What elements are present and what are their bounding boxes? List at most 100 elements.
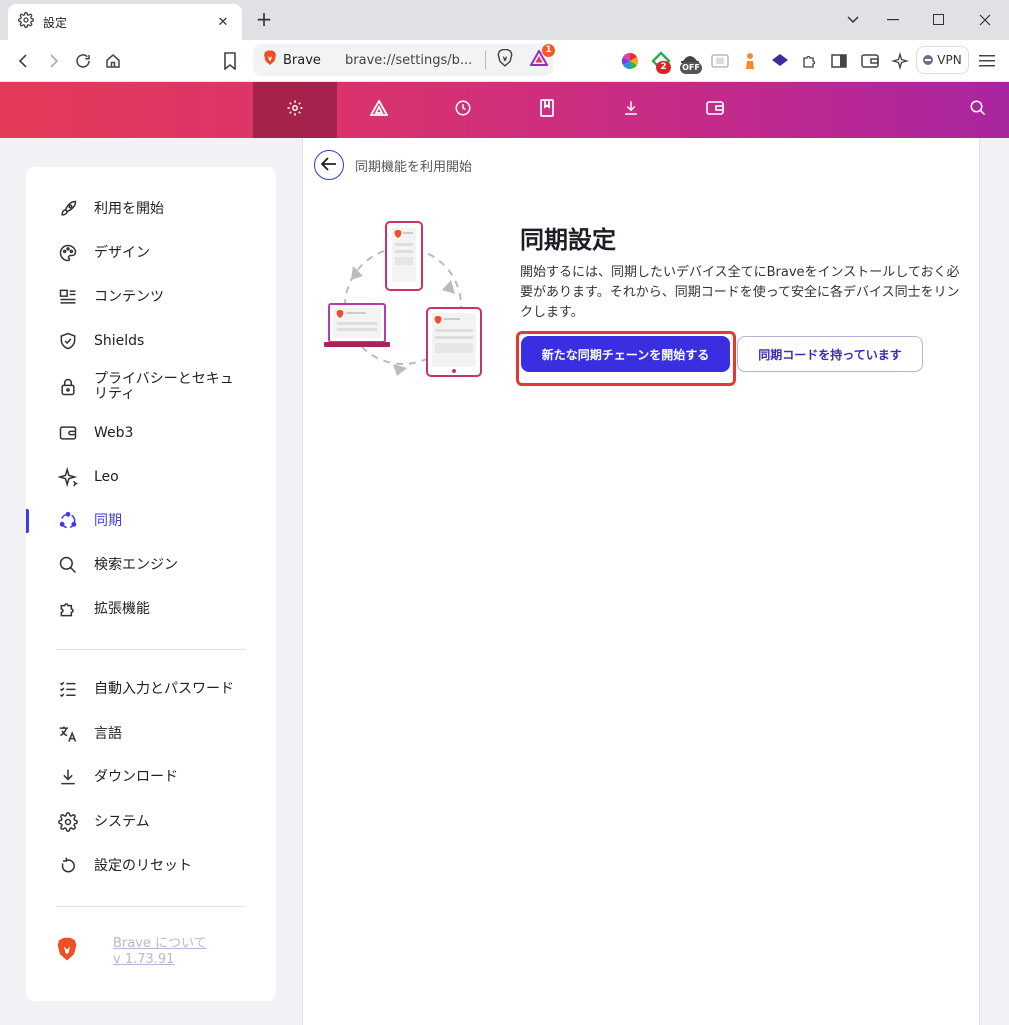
incognito-extension-icon[interactable]: OFF — [678, 49, 702, 74]
close-window-button[interactable] — [970, 8, 1000, 32]
wallet-icon[interactable] — [858, 49, 882, 73]
tab-settings[interactable]: 設定 ✕ — [8, 4, 242, 40]
header-nav-history[interactable] — [421, 82, 505, 138]
sidebar-item-reset[interactable]: 設定のリセット — [26, 846, 276, 886]
brave-rewards-icon[interactable]: 1 — [529, 44, 555, 70]
page-title: 同期設定 — [520, 226, 616, 254]
sidebar-item-shields[interactable]: Shields — [26, 321, 276, 361]
active-indicator — [26, 509, 29, 533]
sync-icon — [56, 509, 80, 533]
bookmark-icon[interactable] — [218, 49, 242, 73]
arrow-left-icon — [320, 156, 337, 175]
sidebar-item-get-started[interactable]: 利用を開始 — [26, 189, 276, 229]
green-tag-extension-icon[interactable]: 2 — [649, 49, 673, 74]
brave-lion-icon — [263, 50, 277, 70]
breadcrumb: 同期機能を利用開始 — [355, 160, 473, 175]
search-icon — [56, 553, 80, 577]
sidebar-item-autofill[interactable]: 自動入力とパスワード — [26, 669, 276, 709]
rocket-icon — [56, 197, 80, 221]
autofill-icon — [56, 677, 80, 701]
tab-close-icon[interactable]: ✕ — [214, 15, 232, 30]
rewards-badge: 1 — [542, 44, 555, 57]
sidebar-item-extensions[interactable]: 拡張機能 — [26, 589, 276, 629]
sidebar-item-leo[interactable]: Leo — [26, 457, 276, 497]
puzzle-icon — [56, 597, 80, 621]
sidebar-item-label: Web3 — [94, 424, 134, 441]
browser-toolbar: Brave brave://settings/b... 1 2 OFF VPN — [0, 40, 1009, 82]
back-arrow-icon[interactable] — [12, 49, 36, 73]
shield-icon — [56, 329, 80, 353]
sidebar-item-system[interactable]: システム — [26, 802, 276, 842]
extension-badge-off: OFF — [680, 62, 702, 74]
sidebar-item-design[interactable]: デザイン — [26, 233, 276, 273]
omnibox-separator — [485, 51, 486, 69]
brave-shields-icon[interactable] — [496, 48, 514, 71]
sidebar-item-sync[interactable]: 同期 — [26, 501, 276, 541]
translate-icon — [56, 722, 80, 746]
sidebar-item-label: Shields — [94, 332, 145, 349]
header-nav-wallet[interactable] — [673, 82, 757, 138]
sidebar-item-languages[interactable]: 言語 — [26, 714, 276, 754]
sidebar-item-label: ダウンロード — [94, 768, 178, 785]
back-button[interactable] — [314, 150, 344, 180]
puzzle-icon[interactable] — [798, 49, 822, 73]
sidebar-item-label: 設定のリセット — [94, 857, 192, 874]
color-wheel-extension-icon[interactable] — [618, 49, 642, 73]
vpn-button[interactable]: VPN — [916, 46, 969, 74]
hamburger-menu-icon[interactable] — [975, 49, 999, 73]
maximize-button[interactable] — [924, 8, 954, 32]
site-brand-label: Brave — [283, 52, 321, 68]
new-tab-button[interactable]: + — [254, 8, 274, 32]
sidebar-item-privacy[interactable]: プライバシーとセキュリティ — [26, 367, 276, 407]
start-new-sync-chain-button[interactable]: 新たな同期チェーンを開始する — [521, 336, 730, 372]
have-sync-code-button[interactable]: 同期コードを持っています — [737, 336, 923, 372]
sidebar-item-label: Leo — [94, 468, 119, 485]
download-icon — [56, 765, 80, 789]
layers-extension-icon[interactable] — [768, 49, 792, 73]
sidebar-toggle-icon[interactable] — [827, 49, 851, 73]
about-brave-link[interactable]: Brave について — [113, 932, 207, 951]
tab-strip: 設定 ✕ + — [0, 0, 1009, 40]
reload-icon[interactable] — [71, 49, 95, 73]
chess-extension-icon[interactable] — [738, 49, 762, 73]
rewards-triangle-icon — [369, 99, 389, 120]
version-label: v 1.73.91 — [113, 952, 175, 967]
header-nav-bookmarks[interactable] — [505, 82, 589, 138]
sidebar-item-downloads[interactable]: ダウンロード — [26, 757, 276, 797]
sidebar-item-web3[interactable]: Web3 — [26, 413, 276, 453]
sidebar-item-label: システム — [94, 813, 150, 830]
sidebar-item-search-engine[interactable]: 検索エンジン — [26, 545, 276, 585]
header-nav-downloads[interactable] — [589, 82, 673, 138]
gear-icon — [286, 99, 304, 121]
sidebar-divider — [56, 906, 246, 907]
home-icon[interactable] — [101, 49, 125, 73]
gear-icon — [56, 810, 80, 834]
settings-header — [0, 82, 1009, 138]
header-nav-rewards[interactable] — [337, 82, 421, 138]
history-clock-icon — [454, 99, 472, 121]
bookmarks-book-icon — [539, 99, 555, 121]
vpn-label: VPN — [937, 53, 962, 67]
address-bar[interactable]: Brave brave://settings/b... 1 — [253, 44, 555, 76]
leo-sparkle-icon[interactable] — [888, 49, 912, 73]
header-nav-settings[interactable] — [253, 82, 337, 138]
sync-devices-illustration — [323, 218, 483, 387]
sidebar-divider — [56, 649, 246, 650]
wallet-icon — [706, 100, 724, 120]
tab-search-chevron-icon[interactable] — [838, 8, 868, 32]
sidebar-item-label: 言語 — [94, 725, 122, 742]
header-search-button[interactable] — [936, 82, 1009, 138]
minimize-button[interactable] — [878, 8, 908, 32]
sidebar-item-label: デザイン — [94, 244, 150, 261]
extension-badge-count: 2 — [656, 61, 671, 74]
tab-title: 設定 — [43, 15, 68, 30]
sidebar-item-label: 利用を開始 — [94, 200, 164, 217]
brave-lion-icon — [56, 937, 78, 966]
forward-arrow-icon[interactable] — [41, 49, 65, 73]
ublock-extension-icon[interactable] — [708, 49, 732, 73]
sidebar-item-content[interactable]: コンテンツ — [26, 277, 276, 317]
sidebar-item-label: 同期 — [94, 512, 122, 529]
wallet-icon — [56, 421, 80, 445]
settings-main-panel: 同期機能を利用開始 同期設定 開始するには、同期したいデバイス全てにBraveを… — [302, 138, 980, 1025]
url-text[interactable]: brave://settings/b... — [345, 53, 475, 68]
